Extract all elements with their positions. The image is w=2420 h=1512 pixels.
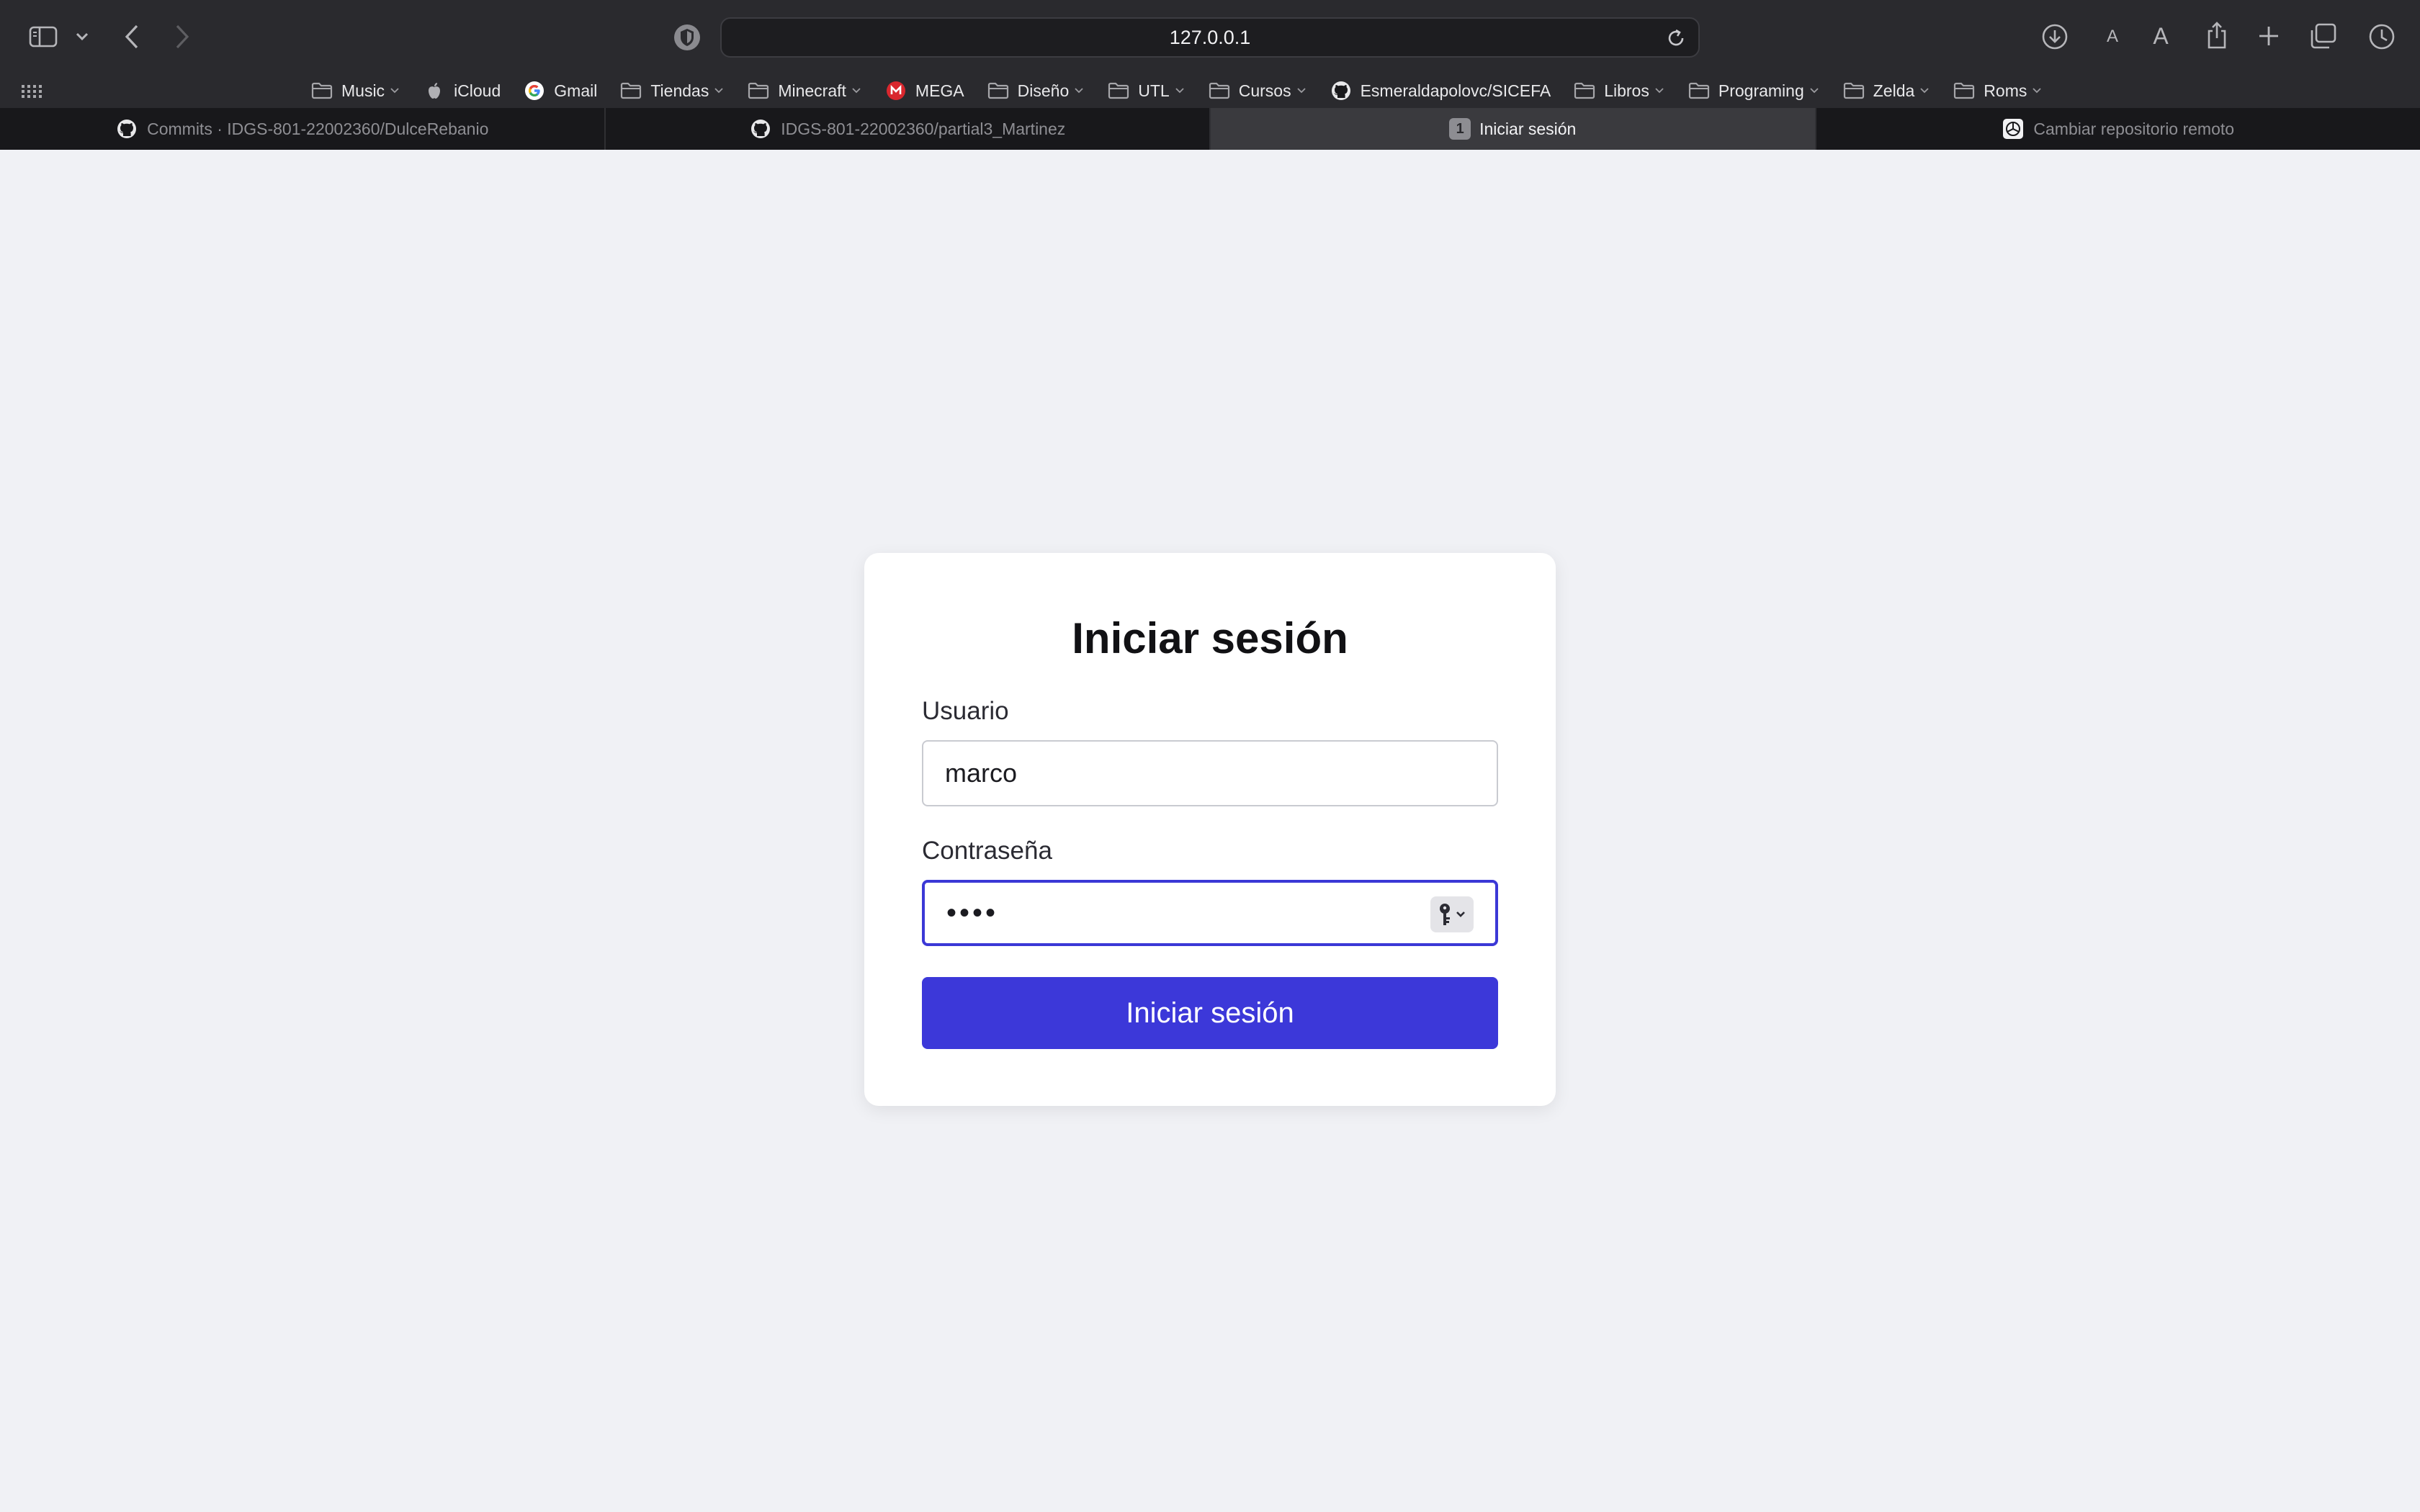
chevron-down-icon [1920,86,1930,96]
login-title: Iniciar sesión [1072,614,1348,662]
new-tab-icon[interactable] [2254,22,2283,50]
github-icon [1330,80,1352,102]
folder-icon [1209,80,1230,102]
browser-tab[interactable]: Commits · IDGS-801-22002360/DulceRebanio [0,108,606,150]
privacy-shield-icon[interactable] [671,22,703,53]
folder-icon [311,80,333,102]
chevron-down-icon[interactable] [73,29,91,45]
text-smaller-button[interactable]: A [2102,23,2123,50]
share-icon[interactable] [2202,19,2231,52]
favorite-item[interactable]: Minecraft [748,80,862,102]
tab-title: Cambiar repositorio remoto [2033,119,2235,138]
github-icon [749,117,772,140]
sidebar-toggle-icon[interactable] [27,24,59,49]
favorite-item[interactable]: Cursos [1209,80,1307,102]
tab-title: Commits · IDGS-801-22002360/DulceRebanio [147,119,489,138]
tab-overview-icon[interactable] [2308,22,2338,50]
favorite-label: Zelda [1873,81,1915,100]
folder-icon [1108,80,1129,102]
favorite-item[interactable]: iCloud [424,80,501,102]
login-submit-button[interactable]: Iniciar sesión [922,977,1498,1049]
tab-title: IDGS-801-22002360/partial3_Martinez [781,119,1066,138]
folder-icon [1688,80,1710,102]
favorite-item[interactable]: Roms [1953,80,2043,102]
favorite-label: Roms [1984,81,2027,100]
favorite-label: Programing [1718,81,1804,100]
chevron-down-icon [852,86,862,96]
password-label: Contraseña [922,837,1052,865]
favorite-label: Minecraft [778,81,846,100]
favorite-label: iCloud [454,81,501,100]
downloads-icon[interactable] [2040,22,2070,52]
browser-tab[interactable]: IDGS-801-22002360/partial3_Martinez [606,108,1211,150]
favorite-label: UTL [1138,81,1170,100]
tab-title: Iniciar sesión [1479,119,1577,138]
address-text: 127.0.0.1 [1169,26,1251,48]
favorite-label: Esmeraldapolovc/SICEFA [1360,81,1551,100]
mega-icon [885,80,907,102]
forward-arrow-icon[interactable] [171,23,193,50]
favorite-item[interactable]: Esmeraldapolovc/SICEFA [1330,80,1551,102]
apple-icon [424,80,445,102]
folder-icon [1843,80,1865,102]
chevron-down-icon [390,86,400,96]
folder-icon [748,80,769,102]
github-icon [115,117,138,140]
folder-icon [1953,80,1975,102]
reload-icon[interactable] [1665,27,1687,49]
address-bar[interactable]: 127.0.0.1 [720,17,1700,58]
password-input[interactable] [922,880,1498,946]
password-key-icon[interactable] [1430,896,1474,932]
chevron-down-icon [1655,86,1665,96]
chevron-down-icon [1175,86,1186,96]
chevron-down-icon [1810,86,1820,96]
tab-count-badge: 1 [1449,118,1471,140]
text-larger-button[interactable]: A [2148,22,2174,50]
chevron-down-icon [1296,86,1307,96]
chatgpt-icon [2002,117,2025,140]
browser-tab[interactable]: 1 Iniciar sesión [1211,108,1816,150]
favorite-item[interactable]: Music [311,80,400,102]
favorite-label: Gmail [554,81,598,100]
history-clock-icon[interactable] [2367,22,2397,52]
folder-icon [987,80,1009,102]
chevron-down-icon [714,86,725,96]
chevron-down-icon [1075,86,1085,96]
favorites-bar: Music iCloud Gmail Tiendas Minecraft MEGA Dise… [0,73,2420,108]
favorite-label: Cursos [1238,81,1291,100]
browser-tab[interactable]: Cambiar repositorio remoto [1816,108,2420,150]
favorite-item[interactable]: Diseño [987,80,1085,102]
favorites-list: Music iCloud Gmail Tiendas Minecraft MEGA Dise… [311,73,2066,108]
favorite-item[interactable]: MEGA [885,80,964,102]
favorite-item[interactable]: Tiendas [620,80,725,102]
folder-icon [1574,80,1595,102]
username-input[interactable] [922,740,1498,806]
favorite-item[interactable]: UTL [1108,80,1185,102]
google-icon [524,80,545,102]
favorite-label: MEGA [915,81,964,100]
favorite-label: Music [341,81,385,100]
favorite-item[interactable]: Zelda [1843,80,1931,102]
folder-icon [620,80,642,102]
favorites-grid-icon[interactable] [22,84,42,99]
login-card: Iniciar sesión Usuario Contraseña Inicia… [864,553,1556,1106]
favorite-item[interactable]: Gmail [524,80,597,102]
username-label: Usuario [922,697,1009,725]
favorite-item[interactable]: Programing [1688,80,1820,102]
favorite-label: Diseño [1017,81,1070,100]
browser-toolbar: 127.0.0.1 A A [0,0,2420,73]
chevron-down-icon [2033,86,2043,96]
back-arrow-icon[interactable] [121,23,143,50]
favorite-item[interactable]: Libros [1574,80,1665,102]
favorite-label: Tiendas [650,81,709,100]
favorite-label: Libros [1604,81,1649,100]
tab-bar: Commits · IDGS-801-22002360/DulceRebanio… [0,108,2420,150]
